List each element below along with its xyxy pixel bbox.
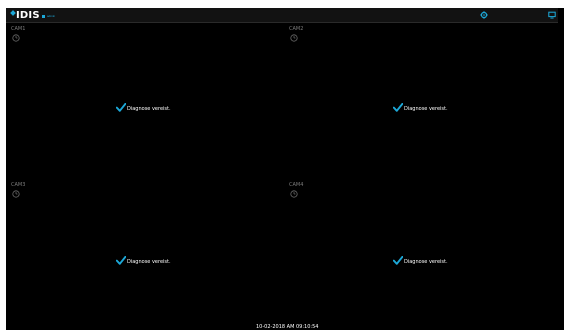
idis-logo: IDIS [10, 9, 40, 21]
camera-tile-4[interactable]: CAM4 Diagnose vereist. [284, 180, 560, 330]
clock-icon [290, 190, 298, 198]
logo-mark [10, 10, 16, 16]
diagnosis-text: Diagnose vereist. [127, 258, 171, 265]
diagnosis-status: Diagnose vereist. [393, 103, 448, 112]
clock-icon [12, 190, 20, 198]
camera-label: CAM1 [11, 26, 26, 32]
camera-tile-2[interactable]: CAM2 Diagnose vereist. [284, 24, 560, 179]
diagnosis-status: Diagnose vereist. [393, 256, 448, 265]
monitor-icon[interactable] [548, 11, 556, 19]
camera-label: CAM4 [289, 182, 304, 188]
diagnosis-status: Diagnose vereist. [116, 103, 171, 112]
user-badge-mark [42, 14, 45, 18]
gear-icon[interactable] [480, 11, 488, 19]
diagnosis-text: Diagnose vereist. [404, 105, 448, 112]
clock-icon [290, 34, 298, 42]
checkmark-icon [393, 256, 403, 265]
diagnosis-status: Diagnose vereist. [116, 256, 171, 265]
user-badge[interactable]: admin [42, 13, 55, 19]
brand-text: IDIS [16, 10, 40, 21]
diagnosis-text: Diagnose vereist. [127, 105, 171, 112]
top-bar: IDIS admin [6, 8, 558, 23]
live-view-screen: IDIS admin CAM1 Diagnose vereist. CAM2 D… [6, 8, 564, 330]
status-datetime: 10-02-2018 AM 09:10:54 [256, 324, 319, 330]
camera-label: CAM2 [289, 26, 304, 32]
checkmark-icon [116, 103, 126, 112]
camera-label: CAM3 [11, 182, 26, 188]
camera-tile-1[interactable]: CAM1 Diagnose vereist. [6, 24, 282, 179]
clock-icon [12, 34, 20, 42]
checkmark-icon [116, 256, 126, 265]
user-badge-label: admin [47, 13, 56, 18]
camera-tile-3[interactable]: CAM3 Diagnose vereist. [6, 180, 282, 330]
checkmark-icon [393, 103, 403, 112]
diagnosis-text: Diagnose vereist. [404, 258, 448, 265]
